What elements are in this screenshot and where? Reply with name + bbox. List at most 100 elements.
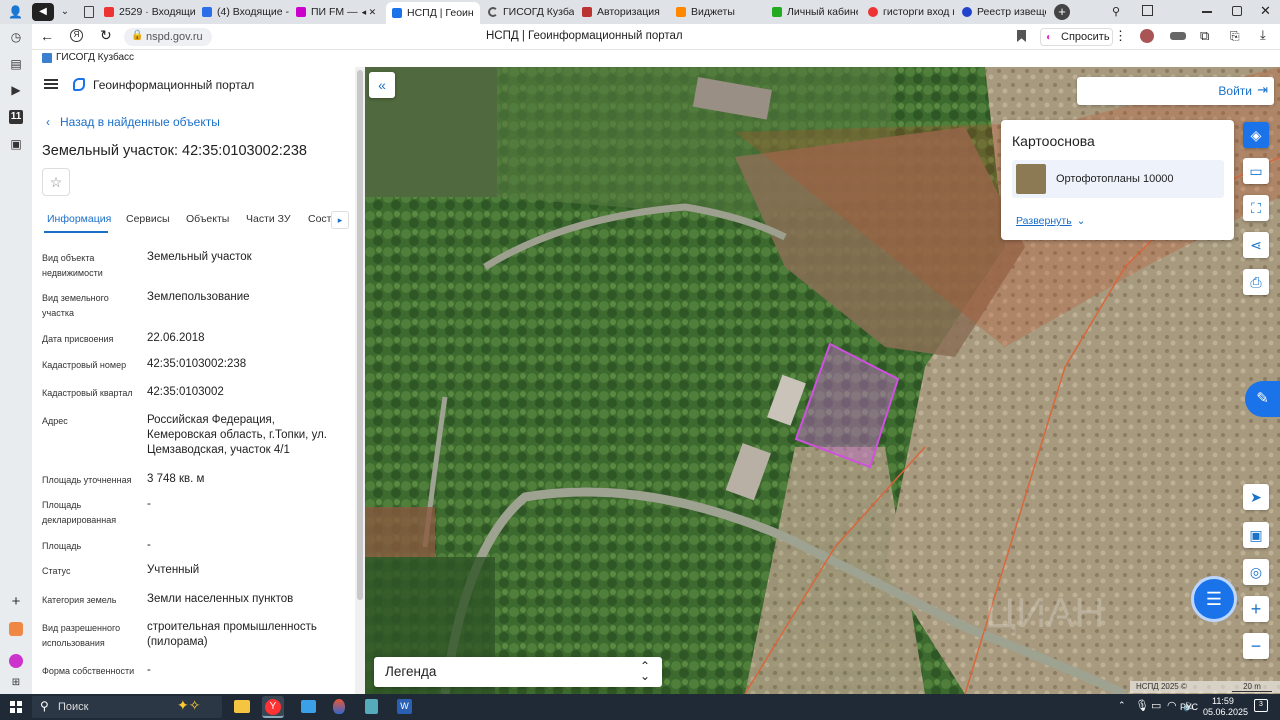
share-button[interactable]: ⋖ [1243,232,1269,258]
collapse-panel-button[interactable]: « [369,72,395,98]
geolocation-button[interactable]: ◎ [1243,559,1269,585]
tab-info[interactable]: Информация [47,213,111,225]
clock-time[interactable]: 11:59 [1212,696,1234,706]
minimap-button[interactable]: ▣ [1243,522,1269,548]
browser-toolbar: ← Я ↻ 🔒 nspd.gov.ru НСПД | Геоинформацио… [32,24,1280,50]
ask-icon: ◐ [1046,32,1053,43]
chat-button[interactable]: ☰ [1191,576,1237,622]
ask-button[interactable]: ◐ Спросить [1040,28,1113,46]
wifi-icon[interactable]: ◠ [1167,699,1177,712]
window-icon[interactable] [1142,5,1153,16]
chevron-down-icon: ⌄ [1076,215,1086,227]
clock-date[interactable]: 05.06.2025 [1203,707,1248,717]
tab-bar: Информация Сервисы Объекты Части ЗУ Сост… [32,207,355,233]
field-value: Учтенный [147,564,200,576]
play-icon[interactable]: ▶ [9,83,23,97]
puzzle-icon[interactable]: ⧉ [1200,28,1209,44]
app-icon[interactable] [301,700,316,713]
tab-label: Информация [47,213,112,225]
tab-services[interactable]: Сервисы [126,213,170,225]
new-tab-button[interactable]: + [1054,4,1070,20]
bookmark-item[interactable]: ГИСОГД Кузбасс [42,52,134,63]
menu-icon[interactable] [44,79,58,89]
basemap-item-label: Ортофотопланы 10000 [1056,173,1174,185]
app-icon[interactable] [365,699,378,714]
close-window-icon[interactable]: ✕ [1260,3,1271,19]
bookmark-icon[interactable] [1017,30,1026,42]
clock-icon[interactable]: ◷ [9,30,23,44]
favorite-button[interactable]: ☆ [42,168,70,196]
download-icon[interactable]: ⤓ [1260,27,1266,43]
word-icon[interactable]: W [397,699,412,714]
profile-icon[interactable]: 👤 [8,5,23,19]
locate-button[interactable]: ➤ [1243,484,1269,510]
collections-icon[interactable]: ⎘ [1230,29,1240,44]
layers-button[interactable]: ◈ [1243,122,1269,148]
grid-icon[interactable]: ⊞ [9,676,23,690]
browser-tab[interactable]: 2529 · Входящие [104,2,196,22]
restore-icon[interactable] [1232,6,1242,16]
login-button[interactable]: Войти ⇥ [1077,77,1274,105]
language-indicator[interactable]: РУС [1180,702,1198,712]
zoom-in-button[interactable]: + [1243,596,1269,622]
browser-tab[interactable]: гисторги вход в [868,2,954,22]
minimize-icon[interactable] [1202,11,1212,13]
notifications-icon[interactable]: 3 [1254,699,1268,712]
tab-objects[interactable]: Объекты [186,213,229,225]
calendar-icon[interactable]: 11 [9,110,23,124]
alice-icon[interactable] [9,654,23,668]
field-value: - [147,498,151,510]
tab-scroll-right-button[interactable]: ▸ [331,211,349,229]
extension-icon[interactable] [1140,29,1154,43]
tab-list-chevron-icon[interactable]: ⌄ [58,4,72,20]
tab-audio-button[interactable]: ◀ [32,3,54,21]
app-icon[interactable] [333,699,345,714]
map-view[interactable]: ЦИАН « Войти ⇥ Картооснова Ортофотопланы… [365,67,1280,694]
back-link[interactable]: ‹ Назад в найденные объекты [46,115,220,129]
browser-tab[interactable]: Реестр извеще [962,2,1046,22]
network-icon[interactable]: ▭ [1151,699,1161,712]
notes-icon[interactable]: ▤ [9,57,23,71]
chevron-right-icon: ▸ [337,215,343,225]
extensions-icon[interactable]: ⚲ [1112,5,1120,18]
basemap-item[interactable]: Ортофотопланы 10000 [1012,160,1224,198]
tab-label: Части ЗУ [246,213,291,225]
expand-link[interactable]: Развернуть ⌄ [1016,215,1085,227]
yandex-browser-icon[interactable]: Y [262,696,284,718]
browser-tab[interactable]: ПИ FM — ◂ ✕ [296,2,380,22]
reload-icon[interactable]: ↻ [100,27,112,44]
windows-start-icon[interactable] [10,701,22,713]
browser-tab[interactable]: Виджеты [676,2,762,22]
add-panel-icon[interactable]: + [9,594,23,609]
browser-tab-bar: 👤 ◀ ⌄ 2529 · Входящие (4) Входящие - ПИ … [0,0,1280,24]
browser-tab[interactable]: ГИСОГД Кузбас [488,2,574,22]
legend-dropdown[interactable]: Легенда ⌃ ⌄ [374,657,662,687]
address-bar[interactable]: 🔒 nspd.gov.ru [124,28,212,46]
feedback-button[interactable]: ✎ [1245,381,1280,417]
tray-chevron-icon[interactable]: ⌃ [1118,700,1126,711]
doc-icon[interactable] [84,6,94,18]
nspd-icon [392,8,402,18]
microphone-icon[interactable]: 🎙 [1135,699,1149,712]
taskbar-search[interactable]: ⚲ Поиск ✦✧ [32,696,222,718]
extension-icon[interactable] [1170,32,1186,40]
zoom-out-button[interactable]: − [1243,633,1269,659]
print-button[interactable]: ⎙ [1243,269,1269,295]
browser-tab[interactable]: Авторизация [582,2,668,22]
ruler-button[interactable]: ▭ [1243,158,1269,184]
back-icon[interactable]: ← [40,28,54,44]
more-icon[interactable]: ⋮ [1114,28,1127,44]
chat-icon: ☰ [1205,589,1223,609]
file-explorer-icon[interactable] [234,700,250,713]
browser-tab[interactable]: (4) Входящие - [202,2,290,22]
browser-tab[interactable]: Личный кабине [772,2,858,22]
screen-icon[interactable]: ▣ [9,137,23,151]
yandex-icon[interactable]: Я [70,29,83,42]
market-icon[interactable] [9,622,23,636]
tab-parts[interactable]: Части ЗУ [246,213,291,225]
browser-tab-active[interactable]: НСПД | Геоин✕ [386,2,480,24]
field-label: Кадастровый квартал [42,388,133,398]
sidebar-scroll-thumb[interactable] [357,70,363,600]
field-value: - [147,664,151,676]
select-area-button[interactable]: ⛶ [1243,195,1269,221]
